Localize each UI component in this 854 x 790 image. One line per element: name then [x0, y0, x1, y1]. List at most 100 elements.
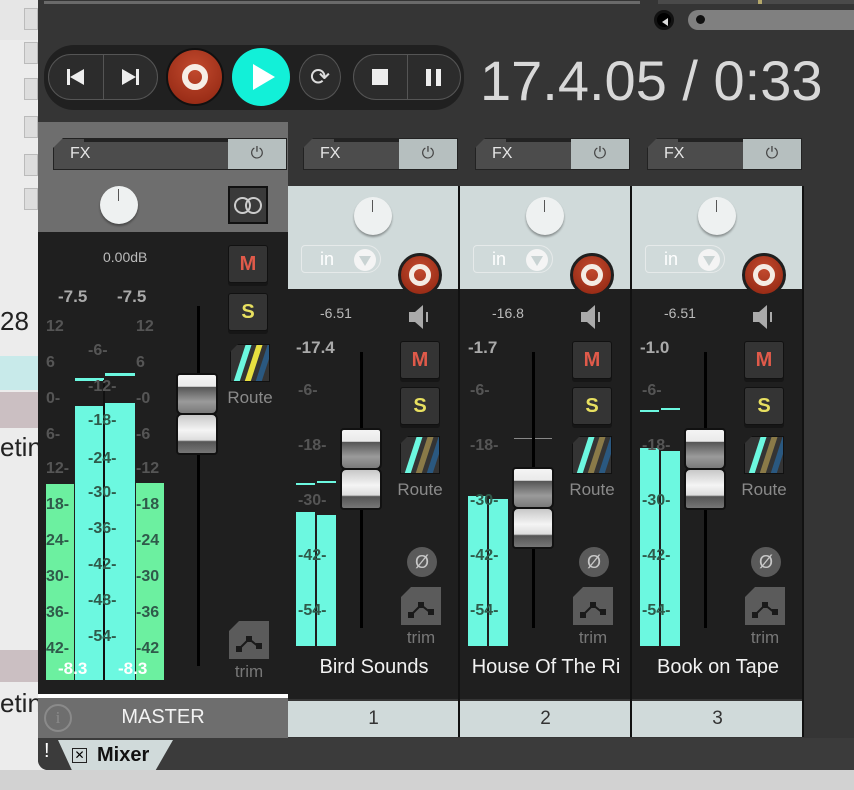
close-icon[interactable]: ✕: [72, 747, 87, 763]
pause-icon: [426, 68, 442, 86]
volume-slider-handle[interactable]: [696, 15, 705, 24]
speaker-icon[interactable]: [409, 305, 431, 329]
track-number[interactable]: 1: [288, 701, 459, 737]
track-fader-handle[interactable]: [684, 428, 726, 510]
track-meter-right: [317, 515, 336, 646]
track-mute-button[interactable]: M: [572, 341, 612, 379]
master-scale-left-tick: 12: [46, 318, 64, 335]
master-trim-button[interactable]: [229, 621, 269, 659]
input-select-label: in: [320, 249, 335, 269]
track-record-arm-button[interactable]: [570, 253, 614, 297]
master-mono-stereo-button[interactable]: [228, 186, 268, 224]
master-volume-icon[interactable]: [654, 10, 674, 30]
track-fx-button[interactable]: FX ⏻: [475, 138, 630, 170]
track-input-select[interactable]: in: [301, 245, 381, 273]
track-solo-button[interactable]: S: [400, 387, 440, 425]
track-meter-tick: -42-: [470, 547, 499, 564]
speaker-icon[interactable]: [753, 305, 775, 329]
master-route-button[interactable]: [230, 344, 270, 382]
master-peak-left[interactable]: -7.5: [58, 287, 87, 307]
track-name[interactable]: Bird Sounds: [294, 656, 454, 679]
master-mute-button[interactable]: M: [228, 245, 268, 283]
fx-label: FX: [664, 145, 685, 162]
master-scale-left-tick: 12-: [46, 460, 70, 477]
track-mute-button[interactable]: M: [744, 341, 784, 379]
track-pan-knob[interactable]: [354, 197, 392, 235]
fx-bypass-button[interactable]: ⏻: [743, 139, 801, 169]
track-pan-knob[interactable]: [698, 197, 736, 235]
play-button[interactable]: [232, 48, 290, 106]
strip-divider: [802, 186, 804, 737]
master-solo-button[interactable]: S: [228, 293, 268, 331]
master-volume-readout: 0.00dB: [103, 249, 148, 265]
stop-button[interactable]: [354, 55, 407, 99]
fx-bypass-button[interactable]: ⏻: [399, 139, 457, 169]
info-icon[interactable]: i: [44, 704, 72, 732]
track-route-label: Route: [569, 480, 615, 499]
track-solo-button[interactable]: S: [744, 387, 784, 425]
master-pan-knob[interactable]: [100, 186, 138, 224]
track-phase-invert-button[interactable]: Ø: [751, 547, 781, 577]
bg-row-highlight: [0, 356, 40, 390]
track-record-arm-button[interactable]: [742, 253, 786, 297]
track-trim-label: trim: [406, 628, 436, 647]
track-peak-readout[interactable]: -17.4: [296, 338, 342, 358]
go-to-end-button[interactable]: [102, 55, 158, 99]
bg-bottom: [0, 770, 854, 790]
track-input-select[interactable]: in: [473, 245, 553, 273]
pause-button[interactable]: [406, 55, 461, 99]
track-route-button[interactable]: [400, 436, 440, 474]
master-scale-left-tick: 42-: [46, 640, 70, 657]
track-phase-invert-button[interactable]: Ø: [407, 547, 437, 577]
master-fx-button[interactable]: FX ⏻: [53, 138, 287, 170]
track-volume-readout: -16.8: [492, 305, 524, 321]
fx-bypass-button[interactable]: ⏻: [228, 139, 286, 169]
master-track-name[interactable]: MASTER: [38, 700, 288, 738]
time-position-display[interactable]: 17.4.05 / 0:33: [480, 48, 823, 113]
track-trim-button[interactable]: [573, 587, 613, 625]
master-peak-right[interactable]: -7.5: [117, 287, 146, 307]
go-to-start-button[interactable]: [49, 55, 103, 99]
track-input-select[interactable]: in: [645, 245, 725, 273]
track-pan-knob[interactable]: [526, 197, 564, 235]
master-fader-handle[interactable]: [176, 373, 218, 455]
master-scale-center-tick: -6-: [88, 342, 108, 359]
record-button[interactable]: [166, 48, 224, 106]
envelope-icon: [408, 602, 434, 618]
fx-bypass-button[interactable]: ⏻: [571, 139, 629, 169]
track-fader-handle[interactable]: [340, 428, 382, 510]
master-scale-left-tick: 24-: [46, 532, 70, 549]
tab-mixer[interactable]: ✕ Mixer: [58, 740, 173, 770]
track-fx-button[interactable]: FX ⏻: [303, 138, 458, 170]
speaker-icon[interactable]: [581, 305, 603, 329]
alert-icon[interactable]: !: [44, 740, 50, 763]
track-number[interactable]: 3: [632, 701, 803, 737]
master-selection-indicator: [38, 694, 288, 698]
track-route-button[interactable]: [744, 436, 784, 474]
track-trim-label: trim: [750, 628, 780, 647]
track-peak-readout[interactable]: -1.7: [468, 338, 514, 358]
track-mute-button[interactable]: M: [400, 341, 440, 379]
track-meter-tick: -54-: [470, 602, 499, 619]
track-phase-invert-button[interactable]: Ø: [579, 547, 609, 577]
track-trim-button[interactable]: [401, 587, 441, 625]
stop-icon: [372, 69, 389, 85]
track-fx-button[interactable]: FX ⏻: [647, 138, 802, 170]
bg-text: etin: [0, 688, 40, 718]
track-route-button[interactable]: [572, 436, 612, 474]
track-meter-left: [296, 512, 315, 646]
track-solo-button[interactable]: S: [572, 387, 612, 425]
repeat-button[interactable]: ⟳: [299, 54, 341, 100]
track-record-arm-button[interactable]: [398, 253, 442, 297]
track-name[interactable]: House Of The Ri: [466, 656, 626, 679]
master-volume-slider[interactable]: [688, 10, 854, 30]
master-scale-left-tick: 18-: [46, 496, 70, 513]
track-peak-readout[interactable]: -1.0: [640, 338, 686, 358]
track-trim-button[interactable]: [745, 587, 785, 625]
timeline-ruler[interactable]: [658, 0, 854, 4]
track-fader-handle[interactable]: [512, 467, 554, 549]
bg-text: 28: [0, 306, 29, 336]
track-trim-label: trim: [578, 628, 608, 647]
track-number[interactable]: 2: [460, 701, 631, 737]
track-name[interactable]: Book on Tape: [638, 656, 798, 679]
